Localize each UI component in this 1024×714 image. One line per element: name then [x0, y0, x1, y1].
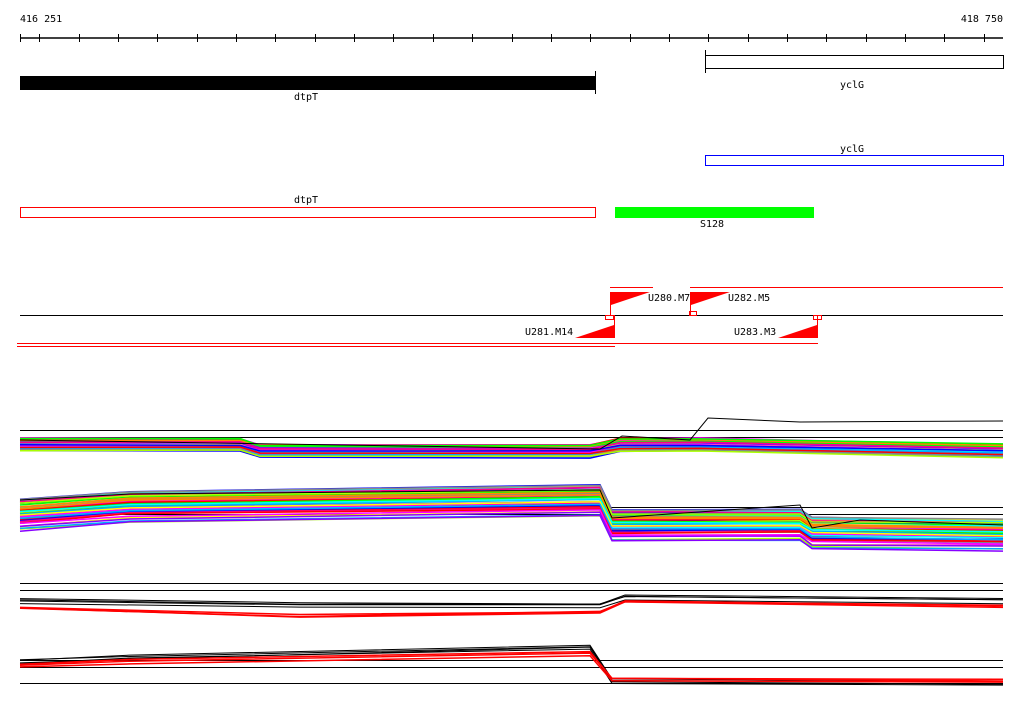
transcript-track: [17, 287, 1003, 347]
transcript-U281-M14-triangle[interactable]: [575, 325, 614, 338]
ruler-axis: [20, 34, 1003, 42]
annotation-dtpT-box[interactable]: [20, 207, 596, 218]
annotation-yclG-box[interactable]: [705, 155, 1004, 166]
transcript-U282-M5-triangle[interactable]: [691, 292, 730, 305]
gene-yclG-label: yclG: [840, 80, 865, 91]
transcript-U283-M3-triangle[interactable]: [778, 325, 817, 338]
annotation-yclG-label: yclG: [840, 144, 865, 155]
annotation-dtpT-label: dtpT: [294, 195, 319, 206]
transcript-U280-M7-triangle[interactable]: [611, 292, 650, 305]
gene-dtpT-label: dtpT: [294, 92, 319, 103]
genome-browser-canvas: [17, 34, 1004, 686]
transcript-U280-M7-label: U280.M7: [648, 293, 691, 304]
signal-line: [19, 654, 1004, 683]
expression-signal-tracks: [19, 417, 1004, 686]
transcript-U282-M5-label: U282.M5: [728, 293, 771, 304]
transcript-U281-M14-label: U281.M14: [525, 327, 574, 338]
gene-dtpT-bar[interactable]: [20, 76, 595, 90]
segment-S128-label: S128: [700, 219, 725, 230]
transcript-U283-M3-label: U283.M3: [734, 327, 777, 338]
segment-S128-bar[interactable]: [615, 207, 814, 218]
gene-yclG-bar[interactable]: [705, 55, 1004, 69]
signal-line: [19, 646, 1004, 683]
